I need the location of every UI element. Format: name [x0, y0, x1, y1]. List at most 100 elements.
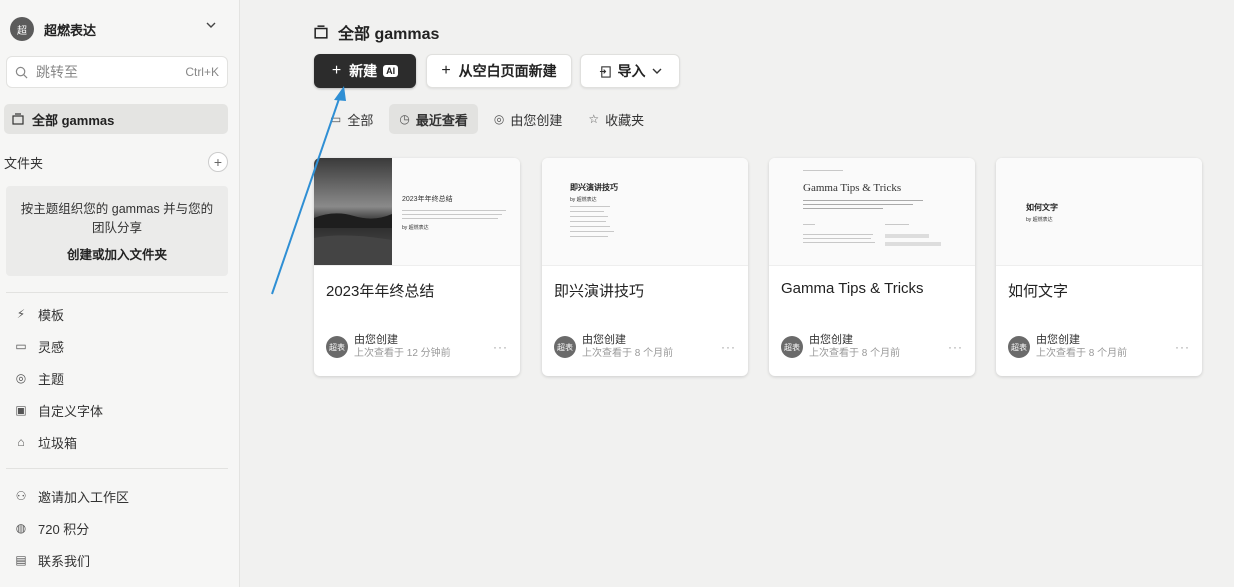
new-ai-button[interactable]: + 新建 AI	[314, 54, 416, 88]
card-last-viewed: 上次查看于 8 个月前	[809, 348, 901, 359]
workspace-name: 超燃表达	[44, 22, 97, 38]
workspace-avatar: 超	[10, 17, 34, 41]
more-options-icon[interactable]: ···	[1175, 340, 1190, 354]
sidebar-item-credits[interactable]: ◍ 720 积分	[12, 512, 222, 544]
thumb-text-line	[570, 216, 608, 217]
clock-icon: ◷	[399, 112, 410, 126]
thumb-text-line	[803, 238, 871, 239]
credits-icon: ◍	[15, 521, 27, 535]
card-thumbnail: 如何文字 by 超燃表达	[996, 158, 1202, 266]
card-meta: 由您创建 上次查看于 8 个月前	[1036, 334, 1127, 360]
sidebar-item-label: 邀请加入工作区	[38, 489, 130, 505]
search-placeholder: 跳转至	[36, 64, 78, 80]
more-options-icon[interactable]: ···	[493, 340, 508, 354]
search-shortcut: Ctrl+K	[185, 65, 219, 79]
workspace-switcher[interactable]: 超 超燃表达	[10, 14, 230, 44]
plus-icon: +	[331, 62, 342, 79]
sidebar-item-label: 灵感	[38, 339, 65, 355]
card-last-viewed: 上次查看于 8 个月前	[582, 348, 674, 359]
tab-label: 全部	[347, 112, 374, 128]
thumb-text-line	[570, 236, 608, 237]
trash-icon: ⌂	[17, 435, 25, 449]
gamma-card[interactable]: 2023年年终总结 by 超燃表达 2023年年终总结 超表 由您创建 上次查看…	[314, 158, 520, 376]
templates-icon: ⚡	[16, 307, 26, 321]
sidebar-item-label: 垃圾箱	[38, 435, 78, 451]
thumb-text-line	[885, 242, 941, 246]
sidebar-bottom-nav: ⚇ 邀请加入工作区 ◍ 720 积分 ▤ 联系我们	[12, 480, 222, 576]
card-title: 如何文字	[1008, 283, 1069, 300]
card-footer: 超表 由您创建 上次查看于 8 个月前 ···	[554, 334, 736, 360]
thumb-title: Gamma Tips & Tricks	[803, 182, 902, 194]
card-title: 2023年年终总结	[326, 283, 435, 300]
new-blank-button[interactable]: + 从空白页面新建	[426, 54, 572, 88]
tab-favorites[interactable]: ☆ 收藏夹	[578, 104, 654, 134]
tab-recent[interactable]: ◷ 最近查看	[389, 104, 478, 134]
thumb-text-line	[570, 206, 610, 207]
card-title: Gamma Tips & Tricks	[781, 280, 924, 297]
add-folder-button[interactable]: +	[208, 152, 228, 172]
card-footer: 超表 由您创建 上次查看于 8 个月前 ···	[1008, 334, 1190, 360]
gamma-card[interactable]: 即兴演讲技巧 by 超燃表达 即兴演讲技巧 超表 由您创建 上次查看于 8 个月…	[542, 158, 748, 376]
thumb-text-line	[570, 221, 606, 222]
sidebar-item-label: 自定义字体	[38, 403, 104, 419]
thumb-text-line	[570, 231, 614, 232]
card-meta: 由您创建 上次查看于 8 个月前	[582, 334, 673, 360]
thumb-title: 即兴演讲技巧	[570, 183, 618, 192]
thumb-text-line	[803, 170, 843, 171]
card-meta: 由您创建 上次查看于 8 个月前	[809, 334, 900, 360]
thumb-text-line	[402, 218, 498, 219]
thumb-text-line	[570, 226, 610, 227]
card-thumbnail: Gamma Tips & Tricks	[769, 158, 975, 266]
avatar: 超表	[781, 336, 803, 358]
sidebar-item-custom-fonts[interactable]: ▣ 自定义字体	[12, 394, 222, 426]
tab-all[interactable]: ▭ 全部	[320, 104, 383, 134]
filter-tabs: ▭ 全部 ◷ 最近查看 ◎ 由您创建 ☆ 收藏夹	[320, 104, 660, 134]
user-icon: ◎	[493, 112, 505, 126]
chevron-down-icon	[206, 22, 216, 28]
thumb-text-line	[402, 214, 502, 215]
main-content: 全部 gammas + 新建 AI + 从空白页面新建 导入 ▭ 全部 ◷ 最近…	[240, 0, 1234, 587]
gamma-card[interactable]: Gamma Tips & Tricks Gamma Tips & Tricks …	[769, 158, 975, 376]
invite-icon: ⚇	[15, 489, 27, 503]
thumb-text-line	[803, 200, 923, 201]
folders-description: 按主题组织您的 gammas 并与您的团队分享	[20, 202, 214, 235]
tab-label: 由您创建	[510, 112, 563, 128]
page-title-text: 全部 gammas	[338, 26, 440, 43]
card-last-viewed: 上次查看于 8 个月前	[1036, 348, 1128, 359]
more-options-icon[interactable]: ···	[948, 340, 963, 354]
card-creator: 由您创建	[582, 334, 626, 346]
landscape-image	[314, 158, 392, 265]
tab-label: 最近查看	[415, 112, 468, 128]
avatar: 超表	[326, 336, 348, 358]
star-icon: ☆	[588, 112, 600, 126]
create-folder-link[interactable]: 创建或加入文件夹	[6, 244, 228, 263]
card-creator: 由您创建	[809, 334, 853, 346]
sidebar-item-label: 主题	[38, 371, 65, 387]
sidebar-item-inspiration[interactable]: ▭ 灵感	[12, 330, 222, 362]
avatar: 超表	[554, 336, 576, 358]
sidebar-item-contact[interactable]: ▤ 联系我们	[12, 544, 222, 576]
sidebar-item-all-gammas[interactable]: 全部 gammas	[4, 104, 228, 134]
sidebar-item-label: 联系我们	[38, 553, 91, 569]
sidebar: 超 超燃表达 跳转至 Ctrl+K 全部 gammas 文件夹 + 按主题组织您…	[0, 0, 240, 587]
thumb-title: 2023年年终总结	[402, 196, 453, 203]
new-button-label: 新建	[349, 63, 378, 79]
more-options-icon[interactable]: ···	[721, 340, 736, 354]
gammas-icon	[314, 25, 328, 39]
card-title: 即兴演讲技巧	[554, 283, 645, 300]
plus-icon: +	[441, 62, 451, 79]
grid-icon: ▭	[330, 112, 342, 126]
tab-created-by-you[interactable]: ◎ 由您创建	[484, 104, 573, 134]
thumb-text-line	[803, 234, 873, 235]
card-last-viewed: 上次查看于 12 分钟前	[354, 348, 451, 359]
search-input[interactable]: 跳转至 Ctrl+K	[6, 56, 228, 88]
import-button[interactable]: 导入	[580, 54, 680, 88]
thumb-author: by 超燃表达	[570, 197, 597, 203]
sidebar-item-templates[interactable]: ⚡ 模板	[12, 298, 222, 330]
gamma-card[interactable]: 如何文字 by 超燃表达 如何文字 超表 由您创建 上次查看于 8 个月前 ··…	[996, 158, 1202, 376]
sidebar-item-themes[interactable]: ◎ 主题	[12, 362, 222, 394]
thumb-text-line	[885, 234, 929, 238]
thumb-text-line	[570, 211, 604, 212]
sidebar-item-invite[interactable]: ⚇ 邀请加入工作区	[12, 480, 222, 512]
sidebar-item-trash[interactable]: ⌂ 垃圾箱	[12, 426, 222, 458]
